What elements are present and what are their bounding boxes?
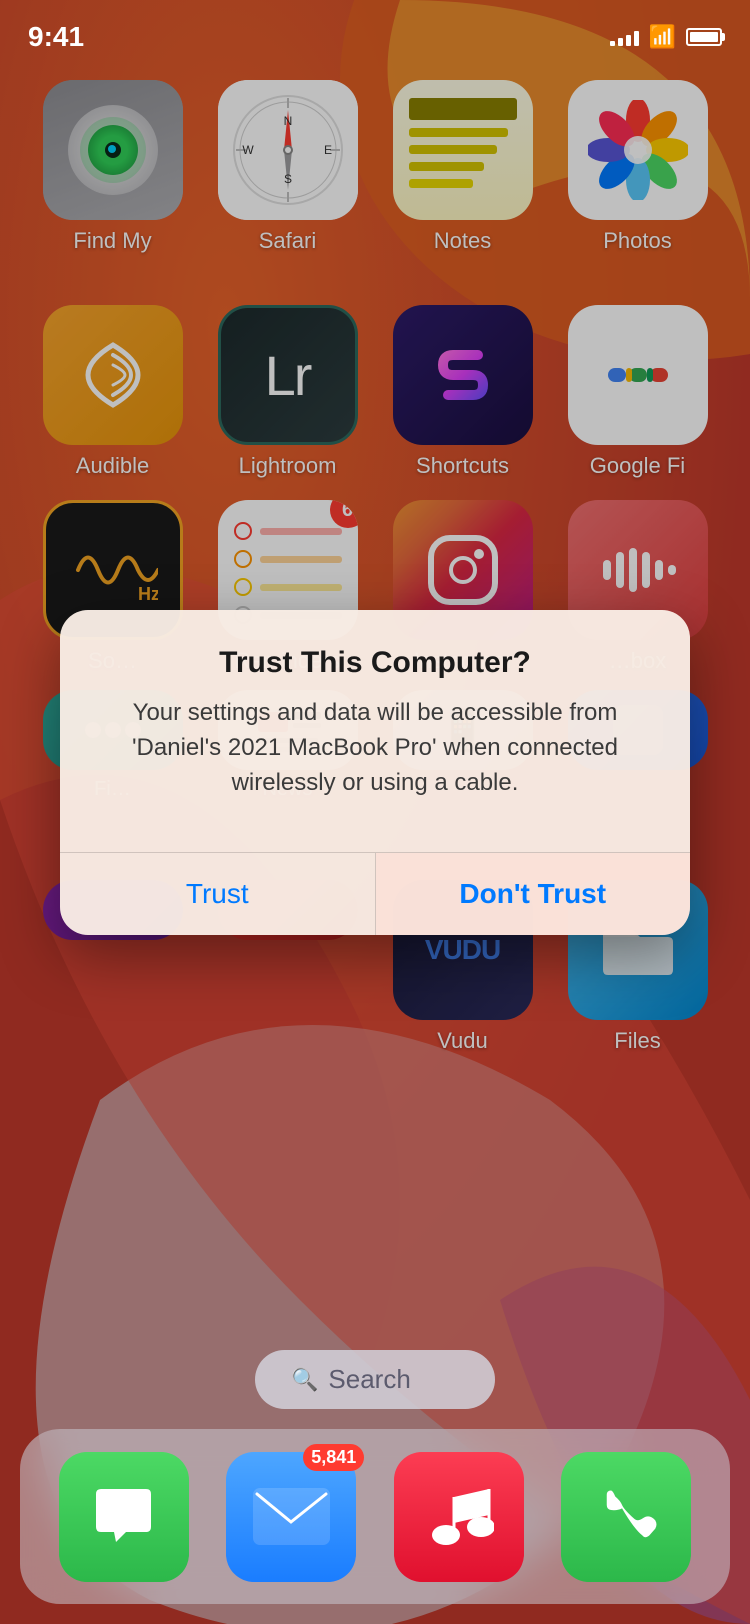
dock-messages[interactable] (59, 1452, 189, 1582)
status-icons: 📶 (610, 24, 722, 50)
wifi-icon: 📶 (649, 24, 676, 50)
dialog-message: Your settings and data will be accessibl… (90, 696, 660, 800)
battery-icon (686, 28, 722, 46)
mail-badge: 5,841 (303, 1444, 364, 1471)
dock-music[interactable] (394, 1452, 524, 1582)
dock-mail[interactable]: 5,841 (226, 1452, 356, 1582)
dont-trust-button[interactable]: Don't Trust (376, 853, 691, 935)
dock: 5,841 (20, 1429, 730, 1604)
trust-button[interactable]: Trust (60, 853, 376, 935)
search-label: Search (328, 1364, 410, 1395)
signal-bars-icon (610, 28, 639, 46)
search-bar[interactable]: 🔍 Search (255, 1350, 495, 1409)
dialog-title: Trust This Computer? (90, 646, 660, 680)
trust-dialog: Trust This Computer? Your settings and d… (60, 610, 690, 935)
status-bar: 9:41 📶 (0, 0, 750, 60)
search-bar-container[interactable]: 🔍 Search (255, 1350, 495, 1409)
status-time: 9:41 (28, 21, 84, 53)
search-icon: 🔍 (291, 1367, 318, 1393)
dock-phone[interactable] (561, 1452, 691, 1582)
dialog-buttons: Trust Don't Trust (60, 853, 690, 935)
